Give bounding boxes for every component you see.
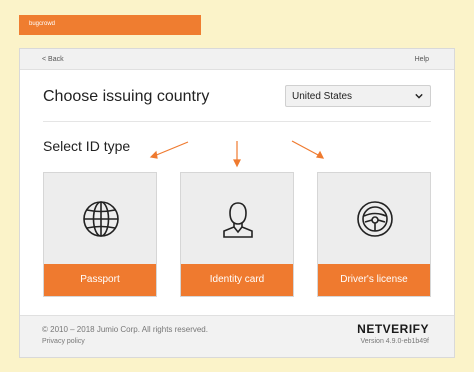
globe-icon <box>83 201 119 237</box>
chevron-down-icon <box>415 93 423 99</box>
drivers-license-option[interactable]: Driver's license <box>317 172 431 297</box>
top-bar: < Back Help <box>20 49 454 70</box>
passport-option[interactable]: Passport <box>43 172 157 297</box>
arrow-center-icon <box>233 141 241 168</box>
identity-card-label: Identity card <box>181 264 293 296</box>
steering-wheel-icon <box>357 201 393 237</box>
back-link[interactable]: < Back <box>42 56 64 63</box>
privacy-policy-link[interactable]: Privacy policy <box>42 338 85 345</box>
country-select-value: United States <box>292 91 353 102</box>
person-icon <box>223 202 253 238</box>
country-select[interactable]: United States <box>285 85 431 107</box>
verification-panel: < Back Help Choose issuing country Unite… <box>19 48 455 358</box>
arrow-left-icon <box>149 141 189 159</box>
brand-bar-text: bugcrowd <box>29 21 56 27</box>
drivers-license-label: Driver's license <box>318 264 430 296</box>
version-text: Version 4.9.0-eb1b49f <box>360 338 430 345</box>
netverify-logo: NETVERIFY <box>357 322 429 336</box>
arrow-right-icon <box>291 140 325 159</box>
divider <box>43 121 431 122</box>
identity-card-option[interactable]: Identity card <box>180 172 294 297</box>
brand-bar: bugcrowd <box>19 15 201 35</box>
footer: © 2010 – 2018 Jumio Corp. All rights res… <box>20 315 454 357</box>
choose-country-title: Choose issuing country <box>43 88 210 105</box>
select-id-type-title: Select ID type <box>43 138 131 154</box>
copyright-text: © 2010 – 2018 Jumio Corp. All rights res… <box>42 325 208 334</box>
passport-label: Passport <box>44 264 156 296</box>
help-link[interactable]: Help <box>415 56 429 63</box>
